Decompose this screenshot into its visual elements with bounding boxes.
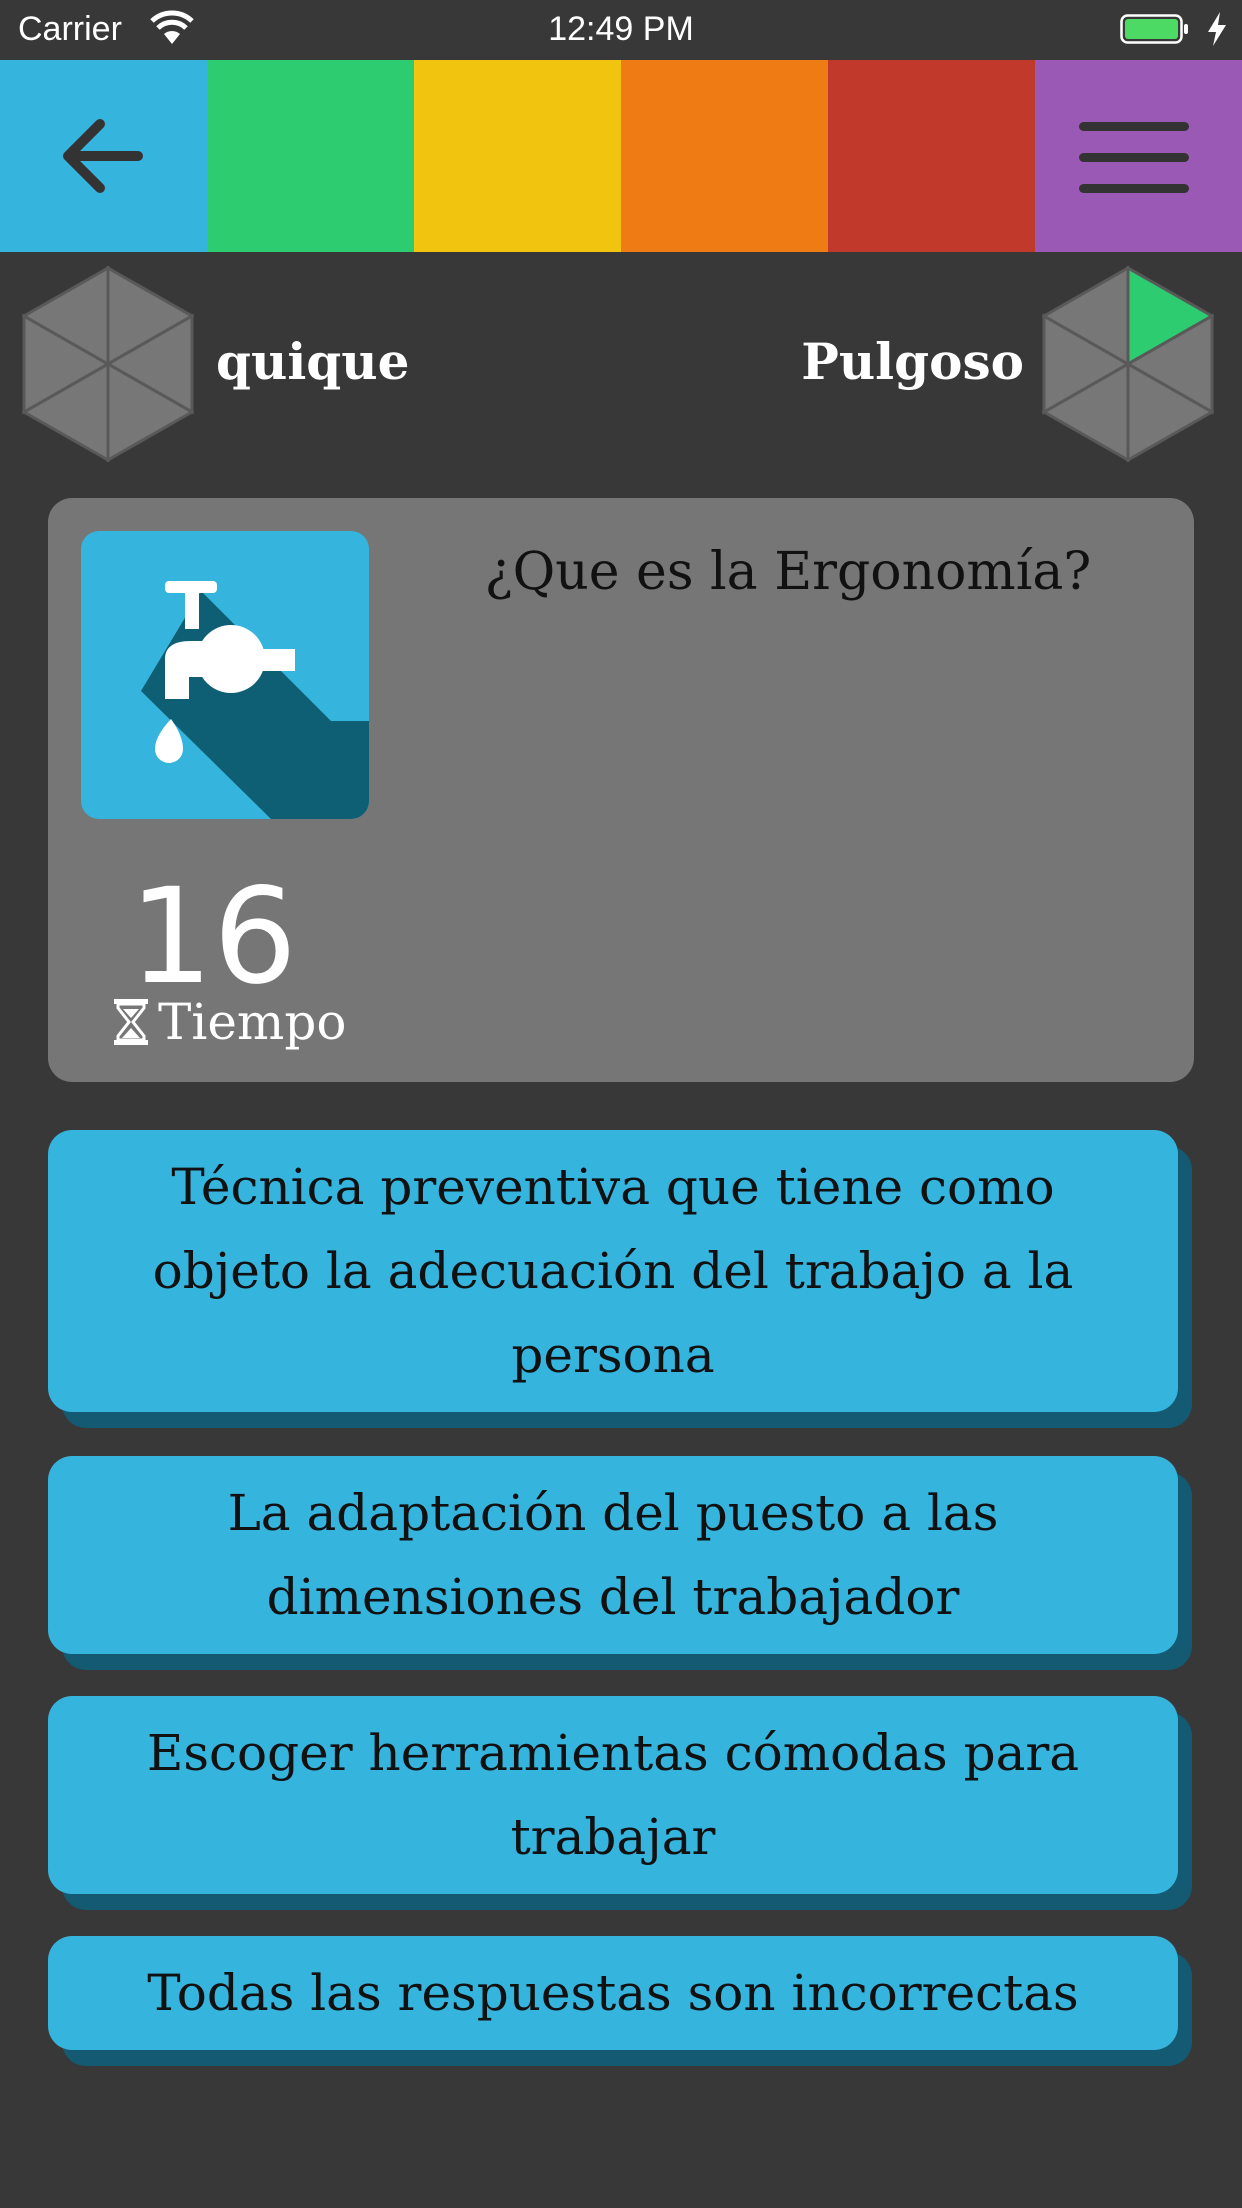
timer-value: 16 xyxy=(129,860,297,1014)
hamburger-menu-icon xyxy=(1079,122,1189,193)
player-right-name: Pulgoso xyxy=(801,332,1024,391)
clock-time: 12:49 PM xyxy=(548,10,694,48)
player-left-wedge-hexagon-icon xyxy=(22,266,194,462)
color-segment-orange xyxy=(621,60,828,252)
answer-button-3[interactable]: Escoger herramientas cómodas para trabaj… xyxy=(48,1696,1178,1894)
back-button[interactable] xyxy=(0,60,207,252)
player-right-wedge-hexagon-icon xyxy=(1042,266,1214,462)
category-color-bar xyxy=(0,60,1242,252)
question-text: ¿Que es la Ergonomía? xyxy=(484,542,1092,602)
question-card: ¿Que es la Ergonomía? 16 Tiempo xyxy=(48,498,1194,1082)
charging-bolt-icon xyxy=(1208,12,1226,46)
color-segment-yellow xyxy=(414,60,621,252)
answer-text-4: Todas las respuestas son incorrectas xyxy=(147,1964,1079,2022)
hourglass-icon xyxy=(114,999,148,1045)
arrow-left-icon xyxy=(63,119,143,193)
answer-text-3: Escoger herramientas cómodas para trabaj… xyxy=(146,1724,1080,1866)
answer-button-1[interactable]: Técnica preventiva que tiene como objeto… xyxy=(48,1130,1178,1412)
status-bar: Carrier 12:49 PM xyxy=(0,0,1242,60)
category-icon-tile xyxy=(81,531,369,819)
players-row: quique Pulgoso xyxy=(0,262,1242,462)
color-segment-red xyxy=(828,60,1035,252)
water-tap-icon xyxy=(141,581,369,819)
answer-text-1: Técnica preventiva que tiene como objeto… xyxy=(152,1158,1074,1384)
battery-icon xyxy=(1120,14,1188,44)
timer-label-group: Tiempo xyxy=(112,992,346,1052)
answer-text-2: La adaptación del puesto a las dimension… xyxy=(227,1484,999,1626)
timer-label: Tiempo xyxy=(158,993,347,1051)
color-segment-green xyxy=(207,60,414,252)
answer-button-4[interactable]: Todas las respuestas son incorrectas xyxy=(48,1936,1178,2050)
player-left-name: quique xyxy=(216,332,410,391)
menu-button[interactable] xyxy=(1035,60,1242,252)
answer-button-2[interactable]: La adaptación del puesto a las dimension… xyxy=(48,1456,1178,1654)
